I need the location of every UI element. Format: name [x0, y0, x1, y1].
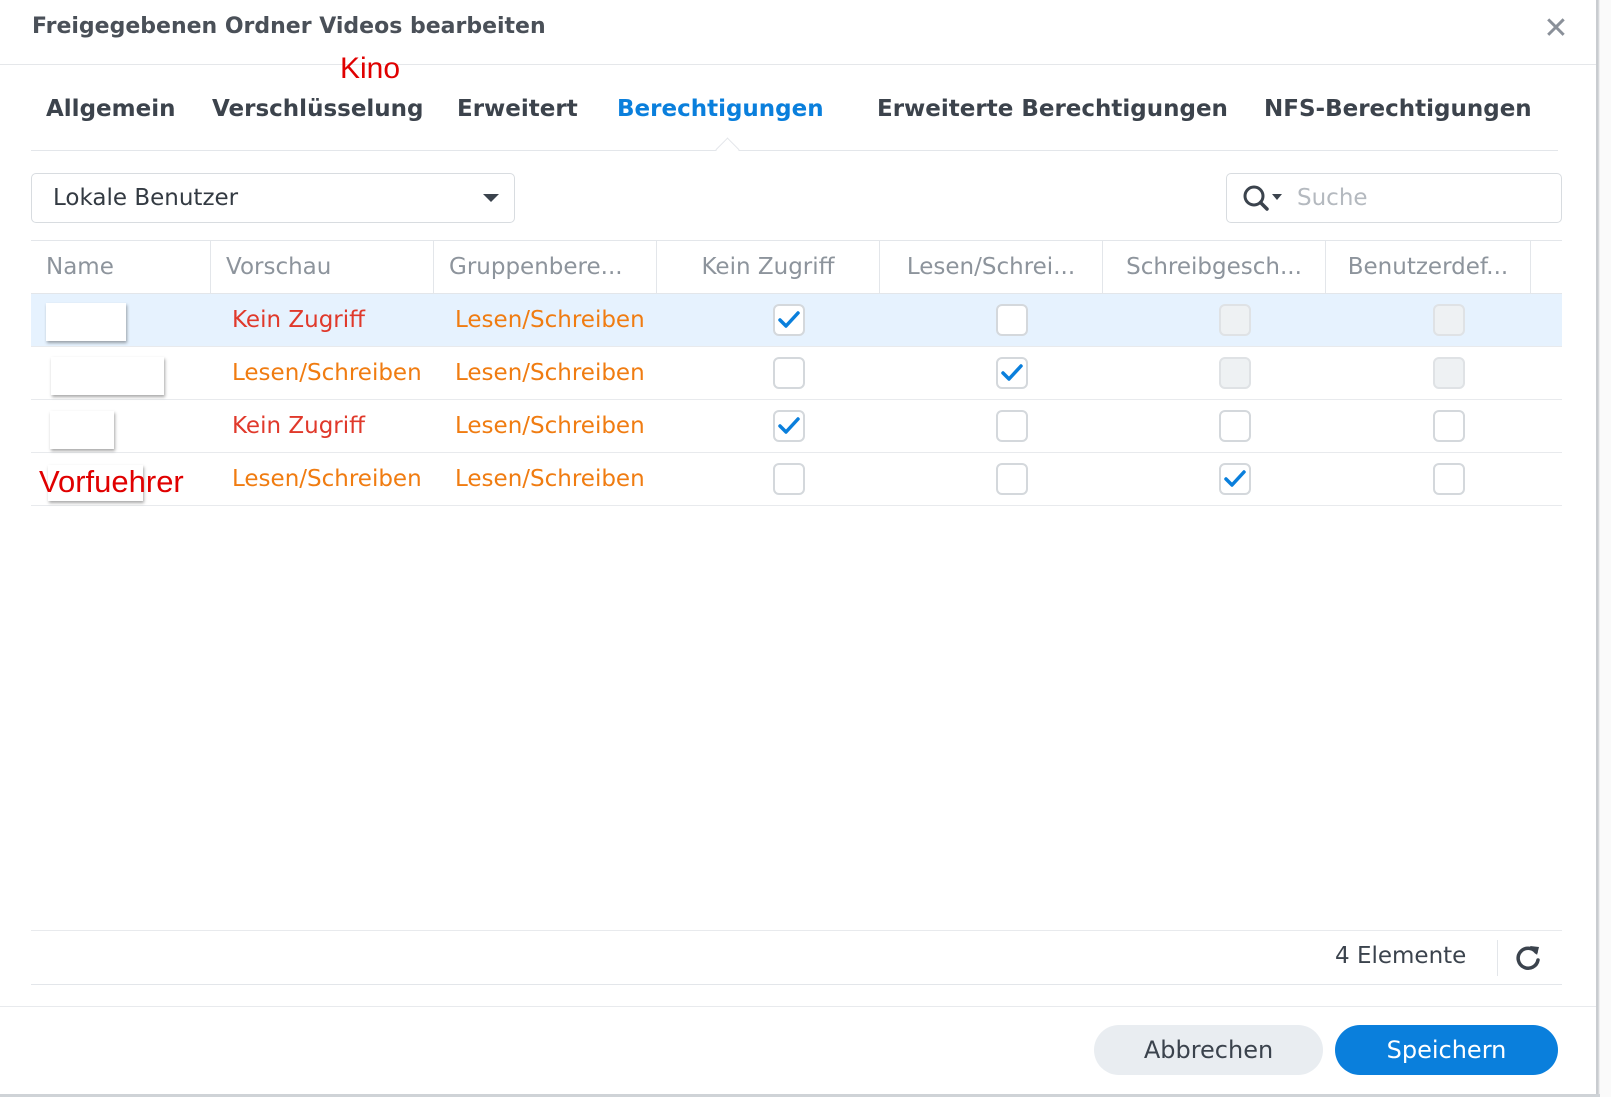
column-no-access[interactable]: Kein Zugriff [657, 241, 880, 293]
annotation-kino: Kino [340, 52, 401, 85]
search-input[interactable] [1297, 182, 1547, 214]
window-edge [1596, 0, 1611, 1097]
save-button[interactable]: Speichern [1335, 1025, 1558, 1075]
edit-shared-folder-dialog: Freigegebenen Ordner Videos bearbeiten ✕… [0, 0, 1600, 1097]
checkbox-read-write[interactable] [996, 357, 1028, 389]
column-read-write[interactable]: Lesen/Schrei... [880, 241, 1103, 293]
preview-permission: Lesen/Schreiben [232, 360, 422, 386]
checkbox-read-only [1219, 357, 1251, 389]
group-permission: Lesen/Schreiben [455, 466, 645, 492]
table-row[interactable]: Kein Zugriff Lesen/Schreiben [31, 400, 1562, 453]
table-row[interactable]: Kein Zugriff Lesen/Schreiben [31, 294, 1562, 347]
column-group-permission[interactable]: Gruppenbere... [434, 241, 657, 293]
checkbox-read-write[interactable] [996, 410, 1028, 442]
close-icon[interactable]: ✕ [1540, 13, 1572, 45]
search-icon[interactable] [1242, 184, 1286, 214]
tab-nfs-berechtigungen[interactable]: NFS-Berechtigungen [1264, 96, 1532, 122]
title-divider [0, 64, 1600, 65]
preview-permission: Kein Zugriff [232, 413, 365, 439]
preview-permission: Lesen/Schreiben [232, 466, 422, 492]
tab-erweiterte-berechtigungen[interactable]: Erweiterte Berechtigungen [877, 96, 1228, 122]
group-permission: Lesen/Schreiben [455, 360, 645, 386]
user-name-redacted [51, 357, 164, 395]
checkbox-read-only [1219, 304, 1251, 336]
column-name[interactable]: Name [31, 241, 211, 293]
checkbox-custom[interactable] [1433, 410, 1465, 442]
checkbox-read-only[interactable] [1219, 463, 1251, 495]
user-type-value: Lokale Benutzer [53, 185, 239, 211]
item-count: 4 Elemente [1335, 943, 1467, 969]
user-name-redacted [50, 411, 114, 449]
search-box [1226, 173, 1562, 223]
dialog-title: Freigegebenen Ordner Videos bearbeiten [32, 14, 546, 39]
group-permission: Lesen/Schreiben [455, 307, 645, 333]
user-type-select[interactable]: Lokale Benutzer [31, 173, 515, 223]
checkbox-read-only[interactable] [1219, 410, 1251, 442]
checkbox-custom [1433, 304, 1465, 336]
user-name-redacted [46, 303, 126, 341]
checkbox-read-write[interactable] [996, 304, 1028, 336]
tab-verschluesselung[interactable]: Verschlüsselung [212, 96, 424, 122]
table-row[interactable]: Lesen/Schreiben Lesen/Schreiben [31, 347, 1562, 400]
table-row[interactable]: Lesen/Schreiben Lesen/Schreiben [31, 453, 1562, 506]
annotation-vorfuehrer: Vorfuehrer [39, 464, 184, 499]
column-preview[interactable]: Vorschau [211, 241, 434, 293]
tab-berechtigungen[interactable]: Berechtigungen [617, 96, 824, 122]
preview-permission: Kein Zugriff [232, 307, 365, 333]
checkbox-no-access[interactable] [773, 357, 805, 389]
column-read-only[interactable]: Schreibgesch... [1103, 241, 1326, 293]
checkbox-no-access[interactable] [773, 410, 805, 442]
checkbox-no-access[interactable] [773, 304, 805, 336]
checkbox-read-write[interactable] [996, 463, 1028, 495]
cancel-button[interactable]: Abbrechen [1094, 1025, 1323, 1075]
tab-bar: Allgemein Verschlüsselung Erweitert Bere… [31, 96, 1558, 151]
checkbox-no-access[interactable] [773, 463, 805, 495]
checkbox-custom [1433, 357, 1465, 389]
table-header: Name Vorschau Gruppenbere... Kein Zugrif… [31, 241, 1562, 294]
checkbox-custom[interactable] [1433, 463, 1465, 495]
chevron-down-icon [483, 194, 499, 202]
refresh-icon[interactable] [1512, 942, 1544, 974]
tab-erweitert[interactable]: Erweitert [457, 96, 578, 122]
tab-underline [31, 150, 1558, 151]
column-custom[interactable]: Benutzerdef... [1326, 241, 1531, 293]
group-permission: Lesen/Schreiben [455, 413, 645, 439]
tab-allgemein[interactable]: Allgemein [46, 96, 175, 122]
